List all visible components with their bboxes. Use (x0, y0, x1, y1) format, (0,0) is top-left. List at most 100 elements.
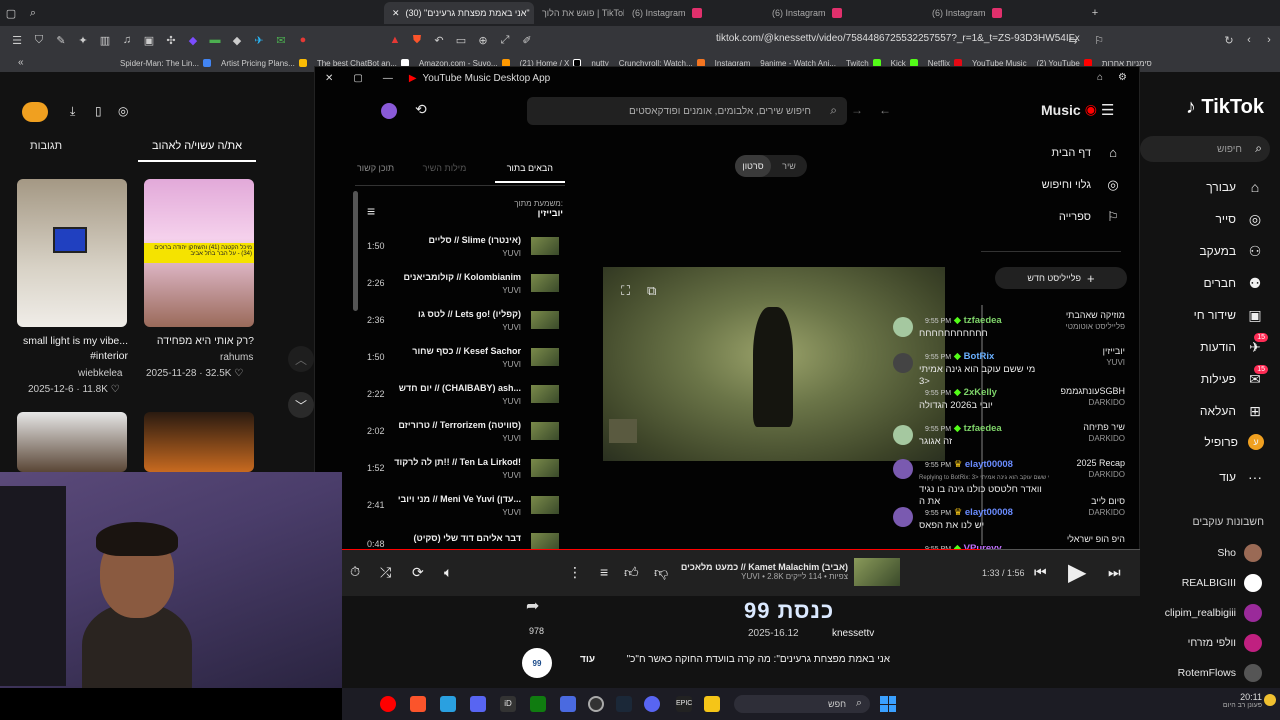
tab-instagram-1[interactable]: (6) Instagram (624, 2, 764, 24)
discord-app-icon[interactable] (644, 696, 660, 712)
tab-instagram-2[interactable]: (6) Instagram (764, 2, 924, 24)
compass-icon[interactable]: ◎ (118, 104, 128, 118)
shuffle-icon[interactable]: ⤮ (380, 564, 391, 581)
repeat-icon[interactable]: ⟳ (412, 564, 424, 581)
play-icon[interactable]: ▶ (1068, 558, 1086, 587)
card-caption[interactable]: רק אותי היא מפחידה? (138, 334, 254, 349)
next-icon[interactable]: ⏭︎ (1108, 564, 1121, 581)
address-bar[interactable]: tiktok.com/@knessettv/video/758448672553… (716, 33, 1080, 44)
extension-icon[interactable]: ◆ (229, 32, 245, 48)
search-input[interactable]: חפש ⌕ (734, 695, 870, 713)
miniplayer-icon[interactable]: ⧉ (647, 283, 656, 299)
pen-icon[interactable]: ✎ (53, 32, 69, 48)
playing-from-source[interactable]: יובייזין (514, 208, 563, 218)
avatar[interactable] (22, 102, 48, 122)
video-author[interactable]: knessettv (832, 628, 874, 639)
puzzle-icon[interactable]: ✦ (75, 32, 91, 48)
back-icon[interactable]: ↶ (431, 32, 447, 48)
back-arrow-icon[interactable]: ← (879, 103, 891, 117)
weather-widget[interactable]: 20:11 פעונן רב היום (1202, 692, 1262, 709)
minimize-icon[interactable]: — (383, 73, 393, 84)
history-icon[interactable]: ⟲ (415, 101, 427, 118)
scroll-up-button[interactable]: ︿ (288, 346, 314, 372)
close-icon[interactable]: ✕ (325, 73, 333, 84)
tune-icon[interactable]: ⇋ (1065, 32, 1081, 48)
queue-item[interactable]: 1:52 תן לה לרקוד!! // Ten La Lirkod! YUVI (357, 455, 563, 489)
chat-username[interactable]: tzfaedea (964, 423, 1002, 434)
following-account[interactable]: Sho (1217, 544, 1262, 562)
chat-username[interactable]: tzfaedea (964, 315, 1002, 326)
queue-item[interactable]: 2:02 טרוריזם // Terrorizem (סוויטה) YUVI (357, 418, 563, 452)
extension-icon[interactable]: ✈ (251, 32, 267, 48)
reload-icon[interactable]: ↻ (1221, 32, 1237, 48)
warning-icon[interactable]: ▲ (387, 32, 403, 48)
forward-icon[interactable]: ‹ (1241, 32, 1257, 48)
song-video-toggle[interactable]: סרטון שיר (735, 155, 807, 177)
collapse-icon[interactable]: « (18, 57, 24, 68)
tab-comments[interactable]: תגובות (16, 140, 76, 162)
steam-app-icon[interactable] (616, 696, 632, 712)
tab-lyrics[interactable]: מילות השיר (423, 163, 467, 183)
video-thumbnail[interactable] (144, 412, 254, 472)
queue-item[interactable]: 2:26 קולומביאנים // Kolombianim YUVI (357, 270, 563, 304)
nav-for-you[interactable]: עבורך ⌂ (1206, 178, 1264, 196)
queue-item[interactable]: 1:50 כסף שחור // Kesef Sachor YUVI (357, 344, 563, 378)
search-icon[interactable]: ⌕ (1255, 141, 1262, 156)
nav-live[interactable]: שידור חי ▣ (1194, 306, 1264, 324)
nav-library[interactable]: ספרייה ⚐ (1059, 209, 1121, 225)
nav-explore[interactable]: גלוי וחיפוש ◎ (1042, 177, 1121, 193)
shield-icon[interactable]: ⛉ (31, 32, 47, 48)
xbox-app-icon[interactable] (530, 696, 546, 712)
ytmusic-app-icon[interactable] (380, 696, 396, 712)
add-to-queue-icon[interactable]: ≡ (600, 564, 608, 580)
tab-related[interactable]: תוכן קשור (357, 163, 394, 183)
more-link[interactable]: עוד (580, 654, 595, 665)
queue-list-icon[interactable]: ≡ (367, 203, 375, 219)
account-avatar[interactable] (381, 103, 397, 119)
card-author[interactable]: wiebkelea (78, 368, 122, 379)
now-playing-thumbnail[interactable] (854, 558, 900, 586)
nav-home[interactable]: דף הבית ⌂ (1052, 145, 1121, 160)
hamburger-menu-icon[interactable]: ☰ (1101, 101, 1114, 119)
back-icon[interactable]: › (1261, 32, 1277, 48)
tab-tiktok-2[interactable]: פוגש את הלוך | TikTok (534, 2, 624, 24)
brave-app-icon[interactable] (410, 696, 426, 712)
nav-following[interactable]: במעקב ⚇ (1199, 242, 1264, 260)
following-account[interactable]: REALBIGIII (1182, 574, 1262, 592)
share-icon[interactable]: ➦ (526, 596, 548, 615)
epic-app-icon[interactable]: EPIC (676, 696, 692, 712)
forward-arrow-icon[interactable]: → (851, 103, 863, 117)
chat-username[interactable]: elayt00008 (965, 507, 1013, 518)
nav-upload[interactable]: העלאה ⊞ (1200, 402, 1264, 420)
settings-icon[interactable]: ⚙ (1118, 72, 1127, 83)
search-input[interactable]: חיפוש ⌕ (1140, 136, 1270, 162)
previous-icon[interactable]: ⏮︎ (1034, 564, 1047, 581)
following-account[interactable]: RotemFlows (1178, 664, 1262, 682)
edit-icon[interactable]: ✐ (519, 32, 535, 48)
scroll-down-button[interactable]: ﹀ (288, 392, 314, 418)
menu-icon[interactable]: ☰ (9, 32, 25, 48)
nav-friends[interactable]: חברים ⚉ (1203, 274, 1264, 292)
author-avatar[interactable]: 99 (522, 648, 552, 678)
file-explorer-icon[interactable] (704, 696, 720, 712)
app-icon[interactable] (470, 696, 486, 712)
nav-activity[interactable]: פעילות ✉ 15 (1201, 365, 1268, 388)
toggle-song[interactable]: שיר (771, 155, 807, 177)
extension-icon[interactable]: ✣ (163, 32, 179, 48)
queue-item[interactable]: 2:22 יום חדש // (CHAIBABY) ash... YUVI (357, 381, 563, 415)
app-icon[interactable] (560, 696, 576, 712)
queue-item[interactable]: 1:50 סליים // Slime (אינטרו) YUVI (357, 233, 563, 267)
app-icon[interactable]: iD (500, 696, 516, 712)
video-thumbnail[interactable]: מיכל הקטנה (41) והשחקן יהודה ברוכים (34)… (144, 179, 254, 327)
new-tab-icon[interactable]: + (1087, 5, 1103, 21)
chat-username[interactable]: BotRix (964, 351, 995, 362)
video-thumbnail[interactable] (17, 412, 127, 472)
tab-search-icon[interactable]: ⌕ (25, 5, 41, 21)
extension-icon[interactable]: ▬ (207, 32, 223, 48)
following-account[interactable]: clipim_realbigiii (1165, 604, 1262, 622)
sidebar-icon[interactable]: ▥ (97, 32, 113, 48)
tiktok-logo[interactable]: ♪ TikTok (1186, 96, 1264, 119)
card-author[interactable]: rahums (220, 352, 253, 363)
nav-more[interactable]: עוד ··· (1219, 468, 1264, 486)
zoom-icon[interactable]: ⊕ (475, 32, 491, 48)
